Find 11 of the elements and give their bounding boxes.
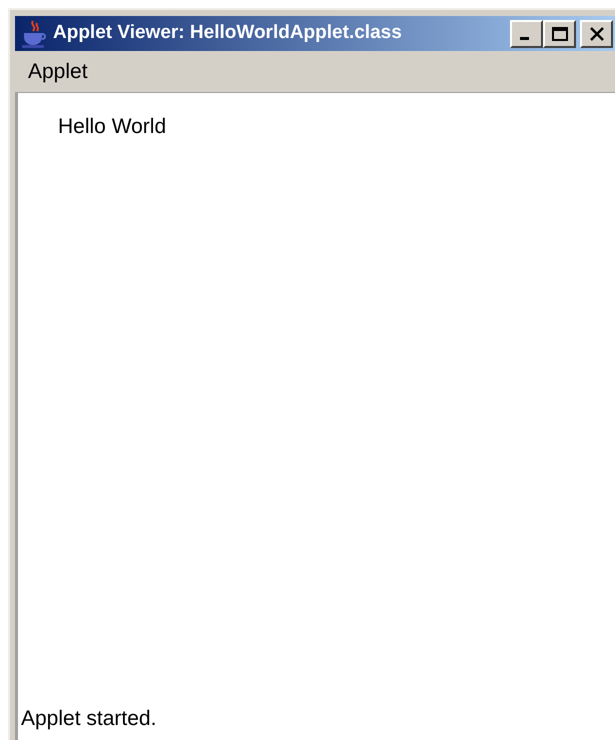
window-title: Applet Viewer: HelloWorldApplet.class (53, 21, 403, 46)
maximize-button[interactable] (543, 20, 576, 48)
maximize-icon (550, 26, 568, 42)
status-text: Applet started. (21, 706, 156, 732)
minimize-button[interactable] (510, 20, 543, 48)
minimize-icon (520, 37, 529, 40)
menu-item[interactable]: Applet (27, 56, 89, 88)
close-button[interactable] (580, 20, 613, 48)
close-icon (588, 26, 606, 42)
coffee-cup-icon (19, 18, 49, 48)
applet-text: Hello World (58, 115, 166, 138)
